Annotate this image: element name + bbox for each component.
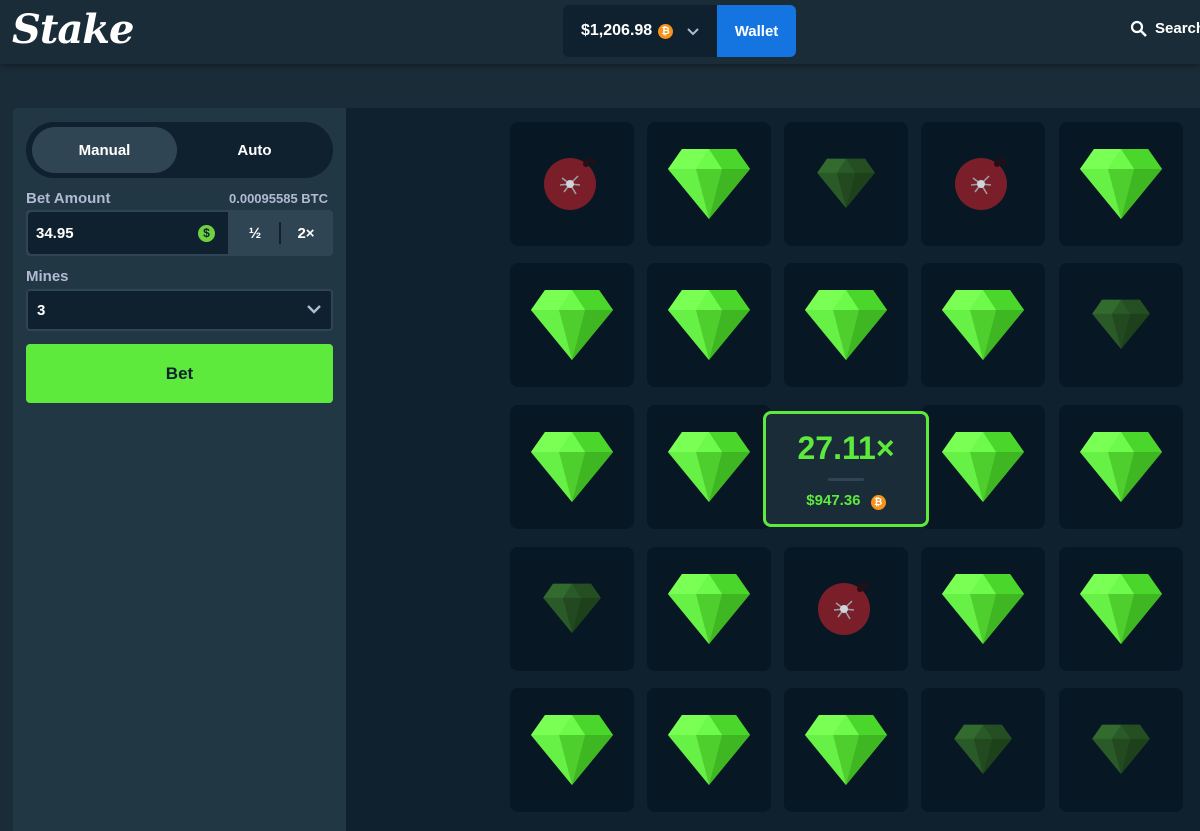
board-tile[interactable] — [784, 547, 908, 671]
gem-icon — [531, 286, 613, 365]
gem-icon — [1080, 145, 1162, 224]
gem-icon — [531, 711, 613, 790]
gem-icon — [954, 722, 1012, 779]
double-button[interactable]: 2× — [281, 212, 331, 254]
gem-icon — [543, 581, 601, 638]
gem-icon — [668, 711, 750, 790]
wallet-button[interactable]: Wallet — [717, 5, 796, 57]
gem-icon — [1092, 722, 1150, 779]
board-tile[interactable] — [921, 263, 1045, 387]
bitcoin-icon: ₿ — [658, 23, 674, 39]
bet-amount-btc: 0.00095585 BTC — [229, 191, 329, 206]
board-tile[interactable] — [1059, 547, 1183, 671]
tab-manual[interactable]: Manual — [32, 127, 177, 173]
board-tile[interactable] — [921, 688, 1045, 812]
gem-icon — [942, 570, 1024, 649]
mines-select[interactable]: 3 — [26, 289, 333, 331]
win-popup: 27.11× $947.36 ₿ — [763, 411, 929, 527]
mine-icon — [953, 152, 1013, 217]
gem-icon — [668, 145, 750, 224]
mine-icon — [816, 577, 876, 642]
board-tile[interactable] — [647, 547, 771, 671]
board-tile[interactable] — [1059, 688, 1183, 812]
search-icon — [1130, 20, 1147, 37]
bet-button[interactable]: Bet — [26, 344, 333, 403]
gem-icon — [1080, 570, 1162, 649]
board-tile[interactable] — [1059, 405, 1183, 529]
gem-icon — [1092, 297, 1150, 354]
board-tile[interactable] — [510, 263, 634, 387]
board-tile[interactable] — [647, 122, 771, 246]
board-tile[interactable] — [784, 263, 908, 387]
chevron-down-icon — [307, 301, 321, 318]
gem-icon — [668, 570, 750, 649]
gem-icon — [942, 428, 1024, 507]
mines-value: 3 — [37, 301, 46, 319]
chevron-down-icon — [687, 23, 699, 39]
mines-label: Mines — [26, 268, 69, 285]
gem-icon — [531, 428, 613, 507]
board-tile[interactable] — [784, 122, 908, 246]
gem-icon — [805, 286, 887, 365]
win-payout: $947.36 ₿ — [766, 492, 926, 510]
balance-amount: $1,206.98 — [581, 22, 653, 39]
top-bar: Stake $1,206.98 ₿ Wallet Search — [0, 0, 1200, 64]
win-multiplier: 27.11× — [797, 430, 895, 466]
board-tile[interactable] — [510, 547, 634, 671]
payout-amount: $947.36 — [806, 492, 861, 509]
gem-icon — [817, 156, 875, 213]
dollar-icon: $ — [198, 225, 215, 242]
gem-icon — [1080, 428, 1162, 507]
board-tile[interactable] — [510, 405, 634, 529]
board-tile[interactable] — [647, 688, 771, 812]
mine-icon — [542, 152, 602, 217]
board-tile[interactable] — [510, 688, 634, 812]
board-tile[interactable] — [921, 405, 1045, 529]
board-tile[interactable] — [1059, 122, 1183, 246]
board-tile[interactable] — [510, 122, 634, 246]
bet-amount-label: Bet Amount — [26, 190, 111, 207]
gem-icon — [942, 286, 1024, 365]
board-tile[interactable] — [921, 547, 1045, 671]
bitcoin-icon: ₿ — [870, 495, 886, 510]
search-label: Search — [1155, 20, 1200, 37]
bet-amount-group: $ ½ 2× — [26, 210, 333, 256]
board-tile[interactable] — [784, 688, 908, 812]
board-tile[interactable] — [647, 263, 771, 387]
board-tile[interactable] — [921, 122, 1045, 246]
mode-toggle: Manual Auto — [26, 122, 333, 178]
popup-divider — [828, 478, 864, 481]
gem-icon — [805, 711, 887, 790]
balance-dropdown[interactable]: $1,206.98 ₿ — [563, 5, 717, 57]
gem-icon — [668, 286, 750, 365]
board-tile[interactable] — [647, 405, 771, 529]
tab-auto[interactable]: Auto — [182, 127, 327, 173]
board-tile[interactable] — [1059, 263, 1183, 387]
search-button[interactable]: Search — [1130, 20, 1200, 37]
half-button[interactable]: ½ — [230, 212, 280, 254]
gem-icon — [668, 428, 750, 507]
stake-logo[interactable]: Stake — [12, 6, 134, 53]
